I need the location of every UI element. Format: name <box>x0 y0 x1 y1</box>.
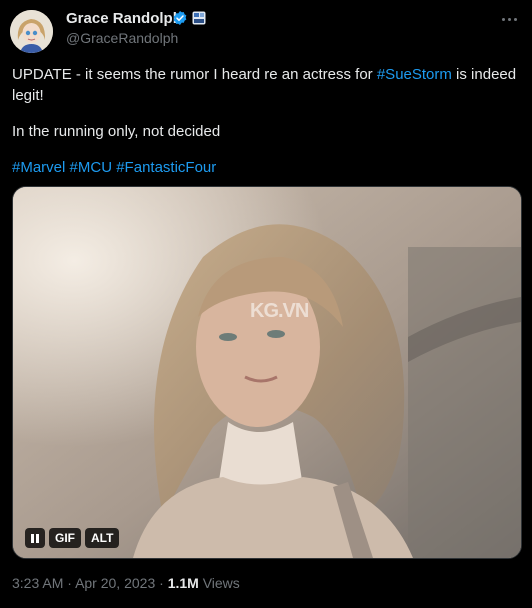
tweet-paragraph-1: UPDATE - it seems the rumor I heard re a… <box>12 66 517 104</box>
hashtag-mcu[interactable]: #MCU <box>70 159 113 176</box>
meta-separator: · <box>67 575 72 591</box>
watermark: KG.VN <box>250 300 309 322</box>
tweet-time[interactable]: 3:23 AM <box>12 575 63 591</box>
media-controls: GIF ALT <box>25 528 123 548</box>
media-gif[interactable]: KG.VN GIF ALT <box>12 186 522 559</box>
tweet-date[interactable]: Apr 20, 2023 <box>75 575 155 591</box>
hashtag-marvel[interactable]: #Marvel <box>12 159 65 176</box>
avatar-image <box>10 10 53 53</box>
hashtag-suestorm[interactable]: #SueStorm <box>377 66 452 83</box>
verified-badge-icon[interactable] <box>172 10 188 26</box>
tweet-text: UPDATE - it seems the rumor I heard re a… <box>12 64 517 193</box>
tweet: Grace Randolph @GraceRandolph UPDATE - i… <box>0 0 532 608</box>
meta-separator: · <box>159 575 164 591</box>
hashtag-fantasticfour[interactable]: #FantasticFour <box>116 159 216 176</box>
tweet-hashtags: #Marvel #MCU #FantasticFour <box>12 157 517 178</box>
avatar[interactable] <box>10 10 53 53</box>
affiliate-badge-icon[interactable] <box>192 11 206 25</box>
tweet-paragraph-2: In the running only, not decided <box>12 123 221 140</box>
gif-badge: GIF <box>49 528 81 548</box>
author-handle[interactable]: @GraceRandolph <box>66 30 178 46</box>
tweet-meta: 3:23 AM · Apr 20, 2023 · 1.1M Views <box>12 575 240 591</box>
author-name[interactable]: Grace Randolph <box>66 10 182 27</box>
alt-button[interactable]: ALT <box>85 528 120 548</box>
pause-icon[interactable] <box>25 528 45 548</box>
views-count: 1.1M <box>167 575 199 591</box>
views-label: Views <box>202 575 240 591</box>
more-dots-icon <box>501 17 505 21</box>
more-options-button[interactable] <box>496 6 522 32</box>
gif-image <box>13 187 521 558</box>
